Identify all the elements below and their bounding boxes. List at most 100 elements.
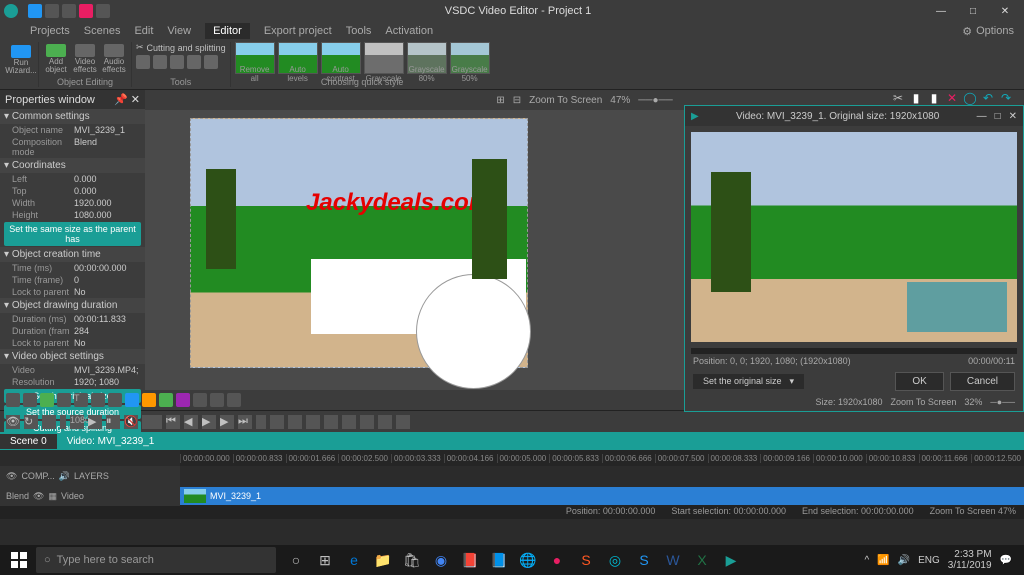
menu-edit[interactable]: Edit [134, 25, 153, 37]
app-icon[interactable]: 📕 [456, 547, 484, 573]
zoom-value[interactable]: 47% [610, 95, 630, 106]
menu-view[interactable]: View [167, 25, 191, 37]
menu-tools[interactable]: Tools [346, 25, 372, 37]
zoom-pct[interactable]: 32% [964, 397, 982, 407]
prev-icon[interactable]: ◀ [184, 415, 198, 429]
taskview-icon[interactable]: ⊞ [311, 547, 339, 573]
tool-icon[interactable] [288, 415, 302, 429]
qat-icon[interactable] [96, 4, 110, 18]
pin-icon[interactable]: 📌 ✕ [114, 93, 140, 106]
play-icon[interactable]: ▶ [202, 415, 216, 429]
tool-icon[interactable] [91, 393, 105, 407]
zoom-slider[interactable]: ──●── [638, 95, 672, 106]
explorer-icon[interactable]: 📁 [369, 547, 397, 573]
ok-button[interactable]: OK [895, 372, 943, 391]
close-icon[interactable]: ✕ [1009, 111, 1017, 122]
size-dropdown[interactable]: Set the original size▾ [693, 374, 804, 389]
section-common[interactable]: ▾ Common settings [0, 109, 145, 124]
section-duration[interactable]: ▾ Object drawing duration [0, 298, 145, 313]
tray-date[interactable]: 3/11/2019 [948, 560, 992, 571]
tool-icon[interactable] [57, 393, 71, 407]
open-icon[interactable] [45, 4, 59, 18]
mute-icon[interactable]: 🔇 [124, 415, 138, 429]
tab-scene[interactable]: Scene 0 [0, 434, 57, 449]
zoom-slider[interactable]: ─●── [990, 397, 1015, 407]
save-icon[interactable] [62, 4, 76, 18]
close-button[interactable]: ✕ [990, 2, 1020, 20]
tool-icon[interactable] [159, 393, 173, 407]
app-icon[interactable]: ● [543, 547, 571, 573]
undo-icon[interactable]: ↶ [980, 90, 996, 106]
tool-icon[interactable] [204, 55, 218, 69]
loop-icon[interactable]: ↻ [24, 415, 38, 429]
tool-icon[interactable] [187, 55, 201, 69]
timeline-clip[interactable]: MVI_3239_1 [180, 487, 1024, 505]
tool-icon[interactable]: ▮ [908, 90, 924, 106]
menu-editor[interactable]: Editor [205, 23, 250, 39]
start-button[interactable] [4, 547, 34, 573]
close-red-icon[interactable]: ✕ [944, 90, 960, 106]
notifications-icon[interactable]: 💬 [1000, 555, 1012, 566]
tool-icon[interactable] [227, 393, 241, 407]
tool-icon[interactable] [153, 55, 167, 69]
options-link[interactable]: Options [976, 25, 1014, 37]
maximize-button[interactable]: □ [958, 2, 988, 20]
timeline-ruler[interactable]: 00:00:00.00000:00:00.83300:00:01.66600:0… [180, 450, 1024, 466]
tool-icon[interactable] [108, 393, 122, 407]
qat-icon[interactable] [79, 4, 93, 18]
search-box[interactable]: ○Type here to search [36, 547, 276, 573]
skype-icon[interactable]: S [630, 547, 658, 573]
skip-end-icon[interactable]: ⏭ [238, 415, 252, 429]
set-parent-size-button[interactable]: Set the same size as the parent has [4, 222, 141, 246]
tool-icon[interactable] [142, 393, 156, 407]
store-icon[interactable]: 🛍 [398, 547, 426, 573]
tray-volume-icon[interactable]: 🔊 [898, 555, 910, 566]
tool-icon[interactable] [210, 393, 224, 407]
tab-video[interactable]: Video: MVI_3239_1 [57, 434, 165, 449]
next-icon[interactable]: ▶ [220, 415, 234, 429]
tool-icon[interactable] [360, 415, 374, 429]
tool-icon[interactable]: ▮ [926, 90, 942, 106]
tray-lang[interactable]: ENG [918, 555, 940, 566]
excel-icon[interactable]: X [688, 547, 716, 573]
style-auto-levels[interactable]: Auto levels [278, 42, 318, 74]
minimize-icon[interactable]: — [977, 111, 987, 122]
pause-icon[interactable]: ⏸ [106, 415, 120, 429]
menu-activation[interactable]: Activation [385, 25, 433, 37]
cortana-icon[interactable]: ○ [282, 547, 310, 573]
tool-icon[interactable] [306, 415, 320, 429]
tray-icon[interactable]: 📶 [877, 555, 889, 566]
tool-icon[interactable] [270, 415, 284, 429]
tool-icon[interactable] [136, 55, 150, 69]
app-icon[interactable]: ◎ [601, 547, 629, 573]
chrome-icon[interactable]: 🌐 [514, 547, 542, 573]
tool-icon[interactable] [193, 393, 207, 407]
play-icon[interactable]: ▶ [88, 415, 102, 429]
cut-icon[interactable]: ✂ [890, 90, 906, 106]
eye-icon[interactable]: 👁 [6, 415, 20, 429]
video-effects-button[interactable]: Video effects [72, 44, 98, 74]
menu-projects[interactable]: Projects [30, 25, 70, 37]
preview-image[interactable] [691, 132, 1017, 342]
word-icon[interactable]: W [659, 547, 687, 573]
edge-icon[interactable]: e [340, 547, 368, 573]
app-icon[interactable]: 📘 [485, 547, 513, 573]
tray-up-icon[interactable]: ^ [865, 555, 870, 566]
run-wizard-button[interactable]: Run Wizard... [8, 45, 34, 75]
section-coords[interactable]: ▾ Coordinates [0, 158, 145, 173]
tool-icon[interactable] [125, 393, 139, 407]
minimize-button[interactable]: — [926, 2, 956, 20]
tool-icon[interactable] [342, 415, 356, 429]
redo-icon[interactable]: ↷ [998, 90, 1014, 106]
skip-start-icon[interactable]: ⏮ [166, 415, 180, 429]
tray-time[interactable]: 2:33 PM [948, 549, 992, 560]
add-object-button[interactable]: Add object [43, 44, 69, 74]
style-grayscale[interactable]: Grayscale [364, 42, 404, 74]
canvas-video-object[interactable]: Jackydeals.com [190, 118, 528, 368]
cancel-button[interactable]: Cancel [950, 372, 1015, 391]
tool-icon[interactable] [170, 55, 184, 69]
maximize-icon[interactable]: □ [995, 111, 1001, 122]
tool-icon[interactable] [40, 393, 54, 407]
style-remove-all[interactable]: Remove all [235, 42, 275, 74]
fps-selector[interactable]: 1080p [70, 415, 84, 429]
